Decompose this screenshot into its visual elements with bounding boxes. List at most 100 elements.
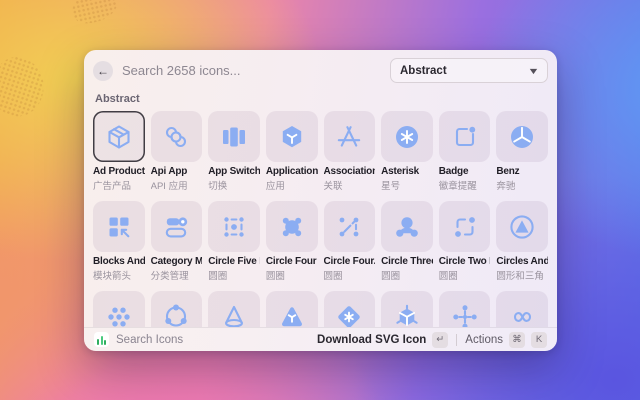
icon-cell-circle-three[interactable]: Circle Three圆圈 [381, 201, 433, 282]
icon-name: Circles And... [496, 256, 548, 267]
icon-grid: Ad Product广告产品Api AppAPI 应用App Switch切换A… [93, 111, 548, 327]
blocks-and-arrows-icon[interactable] [93, 201, 145, 252]
dots-cluster-icon[interactable] [93, 291, 145, 327]
category-dropdown-value: Abstract [400, 65, 447, 77]
icon-name: Ad Product [93, 166, 145, 177]
icon-name: Association [324, 166, 376, 177]
icon-name: Circle Four... [324, 256, 376, 267]
application-icon[interactable] [266, 111, 318, 162]
window-header: ← Abstract ▼ [84, 50, 557, 87]
association-icon[interactable] [324, 111, 376, 162]
icon-cell-api-app[interactable]: Api AppAPI 应用 [151, 111, 203, 192]
k-key-icon: K [531, 332, 547, 348]
icon-name-zh: 关联 [324, 178, 376, 192]
circle-three-icon[interactable] [381, 201, 433, 252]
circles-and-triangles-icon[interactable] [496, 201, 548, 252]
window-footer: Search Icons Download SVG Icon ↵ Actions… [84, 327, 557, 351]
icon-name-zh: 圆形和三角 [496, 268, 548, 282]
icon-name: Circle Three [381, 256, 433, 267]
icon-name-zh: 分类管理 [151, 268, 203, 282]
icon-cell-category-management[interactable]: Category M...分类管理 [151, 201, 203, 282]
results-area: Abstract Ad Product广告产品Api AppAPI 应用App … [84, 87, 557, 327]
icon-cell-application[interactable]: Application...应用 [266, 111, 318, 192]
icon-cell-cone[interactable] [208, 291, 260, 327]
icon-cell-cube-spikes[interactable] [381, 291, 433, 327]
icon-name-zh: 切换 [208, 178, 260, 192]
badge-icon[interactable] [439, 111, 491, 162]
icon-name-zh: 圆圈 [266, 268, 318, 282]
footer-divider [456, 334, 457, 346]
cube-spikes-icon[interactable] [381, 291, 433, 327]
icon-name: Circle Four [266, 256, 318, 267]
icon-cell-circles-and-triangles[interactable]: Circles And...圆形和三角 [496, 201, 548, 282]
icon-search-window: ← Abstract ▼ Abstract Ad Product广告产品Api … [84, 50, 557, 351]
icon-cell-benz[interactable]: Benz奔驰 [496, 111, 548, 192]
icon-cell-badge[interactable]: Badge徽章提醒 [439, 111, 491, 192]
icon-name-zh: 模块箭头 [93, 268, 145, 282]
icon-cell-move-dots[interactable] [439, 291, 491, 327]
enter-key-icon: ↵ [432, 332, 448, 348]
icon-name-zh: 徽章提醒 [439, 178, 491, 192]
icon-cell-ad-product[interactable]: Ad Product广告产品 [93, 111, 145, 192]
halftone-pattern [0, 51, 52, 122]
icon-name: Category M... [151, 256, 203, 267]
circle-four-line-icon[interactable] [324, 201, 376, 252]
search-input[interactable] [122, 63, 381, 78]
icon-name: Circle Two L... [439, 256, 491, 267]
icon-name-zh: 星号 [381, 178, 433, 192]
icon-cell-asterisk[interactable]: Asterisk星号 [381, 111, 433, 192]
icon-cell-app-switch[interactable]: App Switch切换 [208, 111, 260, 192]
icon-name: Application... [266, 166, 318, 177]
icon-cell-infinity[interactable] [496, 291, 548, 327]
back-button[interactable]: ← [93, 61, 113, 81]
icon-name-zh: 奔驰 [496, 178, 548, 192]
icon-cell-circle-three-nodes[interactable] [151, 291, 203, 327]
category-dropdown[interactable]: Abstract ▼ [390, 58, 548, 83]
arrow-left-icon: ← [97, 65, 109, 77]
api-app-icon[interactable] [151, 111, 203, 162]
circle-three-nodes-icon[interactable] [151, 291, 203, 327]
icon-name: Asterisk [381, 166, 433, 177]
icon-name: Blocks And... [93, 256, 145, 267]
benz-icon[interactable] [496, 111, 548, 162]
icon-cell-circle-two-line[interactable]: Circle Two L...圆圈 [439, 201, 491, 282]
actions-menu-button[interactable]: Actions [465, 334, 503, 346]
icon-cell-blocks-and-arrows[interactable]: Blocks And...模块箭头 [93, 201, 145, 282]
footer-actions: Download SVG Icon ↵ Actions ⌘ K [317, 332, 547, 348]
iconpark-logo [94, 332, 109, 347]
move-dots-icon[interactable] [439, 291, 491, 327]
icon-cell-circle-five-line[interactable]: Circle Five L...圆圈 [208, 201, 260, 282]
ad-product-icon[interactable] [93, 111, 145, 162]
app-switch-icon[interactable] [208, 111, 260, 162]
icon-name-zh: 圆圈 [208, 268, 260, 282]
chevron-down-icon: ▼ [527, 66, 539, 76]
icon-name: App Switch [208, 166, 260, 177]
icon-name-zh: 圆圈 [381, 268, 433, 282]
icon-cell-diamond-asterisk[interactable] [324, 291, 376, 327]
asterisk-icon[interactable] [381, 111, 433, 162]
infinity-icon[interactable] [496, 291, 548, 327]
icon-name-zh: 广告产品 [93, 178, 145, 192]
icon-name: Benz [496, 166, 548, 177]
circle-two-line-icon[interactable] [439, 201, 491, 252]
icon-name: Badge [439, 166, 491, 177]
circle-four-icon[interactable] [266, 201, 318, 252]
halftone-pattern [69, 0, 120, 26]
download-svg-action[interactable]: Download SVG Icon [317, 334, 426, 346]
icon-cell-triangle-y[interactable] [266, 291, 318, 327]
icon-cell-circle-four[interactable]: Circle Four圆圈 [266, 201, 318, 282]
icon-cell-association[interactable]: Association关联 [324, 111, 376, 192]
footer-app-name: Search Icons [116, 334, 310, 346]
icon-cell-dots-cluster[interactable] [93, 291, 145, 327]
triangle-y-icon[interactable] [266, 291, 318, 327]
command-key-icon: ⌘ [509, 332, 525, 348]
icon-name: Circle Five L... [208, 256, 260, 267]
icon-name-zh: 圆圈 [439, 268, 491, 282]
cone-icon[interactable] [208, 291, 260, 327]
icon-cell-circle-four-line[interactable]: Circle Four...圆圈 [324, 201, 376, 282]
diamond-asterisk-icon[interactable] [324, 291, 376, 327]
icon-name-zh: 应用 [266, 178, 318, 192]
category-management-icon[interactable] [151, 201, 203, 252]
icon-name-zh: 圆圈 [324, 268, 376, 282]
circle-five-line-icon[interactable] [208, 201, 260, 252]
